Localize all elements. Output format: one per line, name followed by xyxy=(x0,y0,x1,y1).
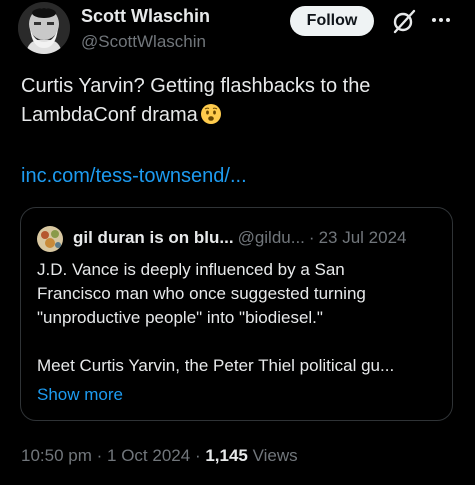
follow-button[interactable]: Follow xyxy=(290,6,374,36)
tweet-time[interactable]: 10:50 pm xyxy=(21,446,92,465)
author-avatar[interactable] xyxy=(18,2,70,54)
quoted-author-avatar[interactable] xyxy=(37,226,63,252)
views-count: 1,145 xyxy=(205,446,248,465)
quoted-author-name[interactable]: gil duran is on blu... xyxy=(73,228,234,247)
quoted-tweet-header: gil duran is on blu... @gildu... · 23 Jul 2… xyxy=(73,228,407,248)
worried-face-emoji-icon xyxy=(200,104,221,124)
quoted-tweet-card[interactable]: gil duran is on blu... @gildu... · 23 Jul 2… xyxy=(20,207,453,421)
author-handle[interactable]: @ScottWlaschin xyxy=(81,32,206,52)
quoted-author-handle[interactable]: @gildu... xyxy=(238,228,305,247)
meta-separator: · xyxy=(194,446,201,465)
quoted-text-line: Meet Curtis Yarvin, the Peter Thiel poli… xyxy=(37,356,395,375)
quoted-date[interactable]: 23 Jul 2024 xyxy=(319,228,407,247)
paragraph-break xyxy=(37,330,442,354)
tweet-date[interactable]: 1 Oct 2024 xyxy=(107,446,190,465)
quoted-text-line: "unproductive people" into "biodiesel." xyxy=(37,308,323,327)
tweet-text: Curtis Yarvin? Getting flashbacks to the… xyxy=(21,72,461,130)
grok-slash-icon[interactable] xyxy=(391,8,417,34)
tweet-text-segment: LambdaConf drama xyxy=(21,104,198,126)
quoted-date-separator: · xyxy=(308,228,315,247)
more-horizontal-icon[interactable] xyxy=(431,14,451,26)
tweet-text-line: LambdaConf drama xyxy=(21,101,461,130)
tweet-text-line: Curtis Yarvin? Getting flashbacks to the xyxy=(21,75,371,97)
tweet-meta: 10:50 pm · 1 Oct 2024 · 1,145 Views xyxy=(21,446,298,466)
avatar-image xyxy=(18,2,70,54)
quoted-text-line: J.D. Vance is deeply influenced by a San xyxy=(37,260,345,279)
meta-separator: · xyxy=(96,446,103,465)
author-display-name[interactable]: Scott Wlaschin xyxy=(81,6,210,27)
tweet-link[interactable]: inc.com/tess-townsend/... xyxy=(21,165,247,188)
quoted-tweet-body: J.D. Vance is deeply influenced by a San… xyxy=(37,258,442,378)
show-more-link[interactable]: Show more xyxy=(37,385,123,405)
avatar-image xyxy=(37,226,63,252)
views-label: Views xyxy=(252,446,298,465)
quoted-text-line: Francisco man who once suggested turning xyxy=(37,284,366,303)
